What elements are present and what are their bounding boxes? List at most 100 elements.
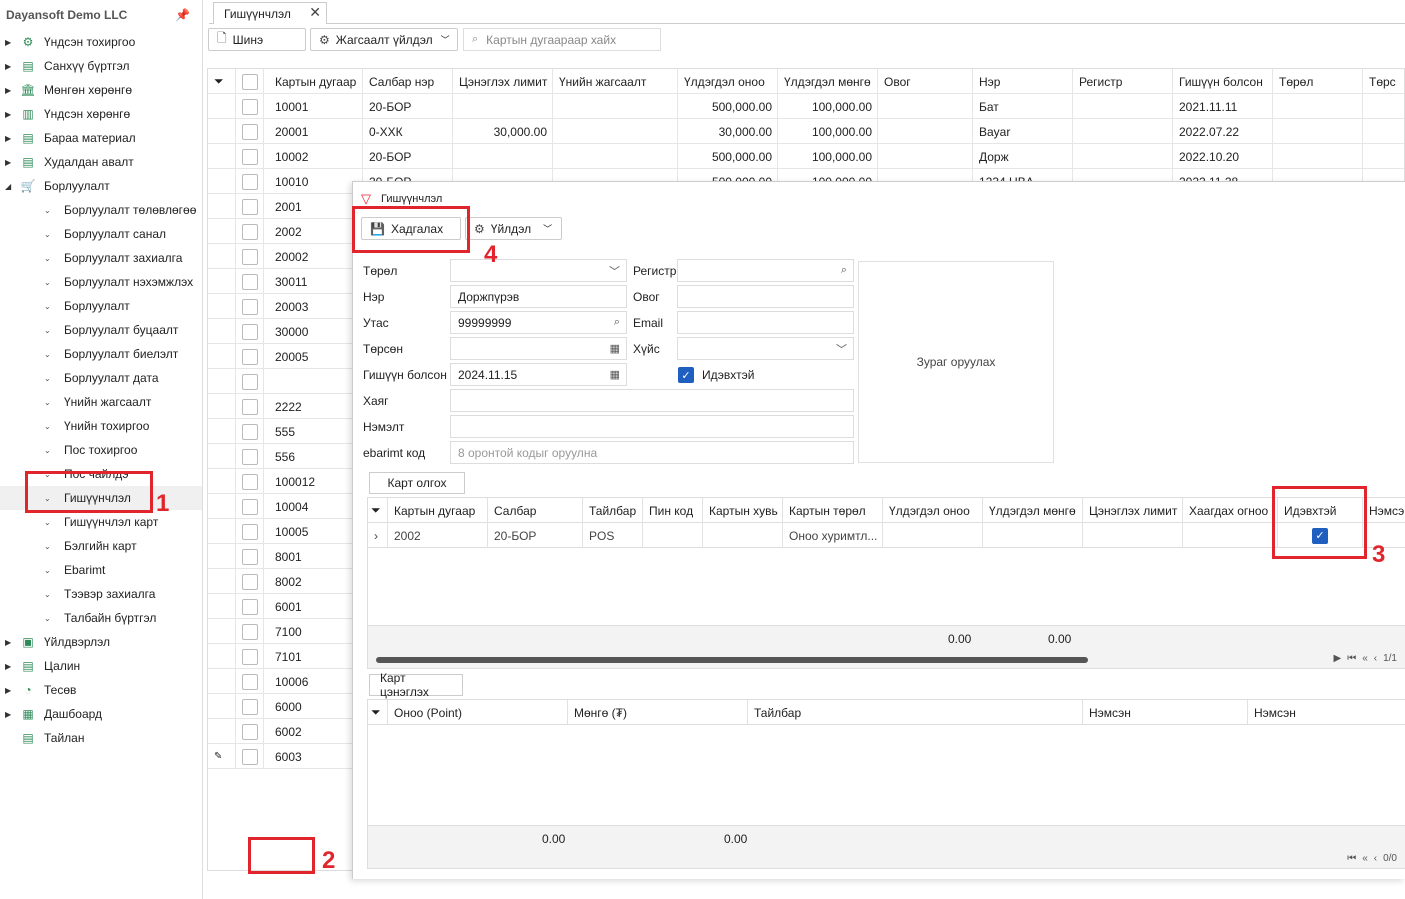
- row-checkbox[interactable]: [236, 369, 264, 394]
- gender-select[interactable]: ﹀: [677, 337, 854, 360]
- first-page-icon[interactable]: ⏮: [1347, 853, 1356, 864]
- birth-date-field[interactable]: ▦: [450, 337, 627, 360]
- column-header[interactable]: Идэвхтэй: [1278, 498, 1363, 523]
- column-header[interactable]: Үлдэгдэл мөнгө: [983, 498, 1083, 523]
- column-header[interactable]: Цэнэглэх лимит: [1083, 498, 1183, 523]
- expand-right-icon[interactable]: ▶: [5, 38, 13, 47]
- row-checkbox[interactable]: [236, 569, 264, 594]
- calendar-icon[interactable]: ▦: [610, 368, 620, 381]
- sidebar-subitem[interactable]: ⌄ Тээвэр захиалга: [0, 582, 202, 606]
- expand-right-icon[interactable]: ▶: [5, 110, 13, 119]
- row-checkbox[interactable]: [236, 444, 264, 469]
- ebarimt-field[interactable]: 8 оронтой кодыг оруулна: [450, 441, 854, 464]
- column-header[interactable]: Овог: [878, 69, 973, 94]
- column-header[interactable]: Нэмсэн: [1363, 498, 1405, 523]
- expand-right-icon[interactable]: ▶: [5, 686, 13, 695]
- select-all-checkbox[interactable]: [236, 69, 264, 94]
- row-checkbox[interactable]: [236, 169, 264, 194]
- column-header[interactable]: Салбар: [488, 498, 583, 523]
- table-row[interactable]: 10002 20-БОР 500,000.00 100,000.00 Дорж 2022.…: [208, 144, 1404, 169]
- sidebar-item[interactable]: ▶ ▤ Худалдан авалт: [0, 150, 202, 174]
- photo-upload[interactable]: Зураг оруулах: [858, 261, 1054, 463]
- next-page-icon[interactable]: ▶: [1333, 653, 1341, 664]
- column-header[interactable]: Тайлбар: [583, 498, 643, 523]
- filter-icon[interactable]: ⏷: [368, 700, 388, 725]
- row-checkbox[interactable]: [236, 644, 264, 669]
- row-checkbox[interactable]: [236, 244, 264, 269]
- column-header[interactable]: Мөнгө (₮): [568, 700, 748, 725]
- sidebar-subitem[interactable]: ⌄ Борлуулалт төлөвлөгөө: [0, 198, 202, 222]
- column-header[interactable]: Нэр: [973, 69, 1073, 94]
- column-header[interactable]: Регистр: [1073, 69, 1173, 94]
- active-checkbox[interactable]: ✓ Идэвхтэй: [678, 367, 754, 383]
- sidebar-subitem[interactable]: ⌄ Үнийн жагсаалт: [0, 390, 202, 414]
- column-header[interactable]: Нэмсэн: [1248, 700, 1405, 725]
- sidebar-item[interactable]: ▶ ▤ Санхүү бүртгэл: [0, 54, 202, 78]
- prev-page-icon[interactable]: ‹: [1374, 853, 1377, 864]
- column-header[interactable]: Салбар нэр: [363, 69, 453, 94]
- sidebar-subitem[interactable]: ⌄ Борлуулалт буцаалт: [0, 318, 202, 342]
- row-checkbox[interactable]: [236, 394, 264, 419]
- extra-field[interactable]: [450, 415, 854, 438]
- new-button[interactable]: 🗋 Шинэ: [208, 28, 306, 51]
- column-header[interactable]: Үлдэгдэл мөнгө: [778, 69, 878, 94]
- row-checkbox[interactable]: [236, 469, 264, 494]
- column-header[interactable]: Тайлбар: [748, 700, 1083, 725]
- list-actions-button[interactable]: ⚙ Жагсаалт үйлдэл ﹀: [310, 28, 458, 51]
- row-checkbox[interactable]: [236, 144, 264, 169]
- expand-right-icon[interactable]: ▶: [5, 134, 13, 143]
- sidebar-item[interactable]: ▶ ▥ Үндсэн хөрөнгө: [0, 102, 202, 126]
- register-field[interactable]: ⌕: [677, 259, 854, 282]
- sidebar-subitem[interactable]: ⌄ Борлуулалт: [0, 294, 202, 318]
- row-checkbox[interactable]: [236, 294, 264, 319]
- column-header[interactable]: Картын дугаар: [388, 498, 488, 523]
- expand-right-icon[interactable]: ▶: [5, 662, 13, 671]
- sidebar-subitem[interactable]: ⌄ Ebarimt: [0, 558, 202, 582]
- sidebar-subitem[interactable]: ⌄ Борлуулалт захиалга: [0, 246, 202, 270]
- row-checkbox[interactable]: [236, 519, 264, 544]
- email-field[interactable]: [677, 311, 854, 334]
- action-button[interactable]: ⚙ Үйлдэл ﹀: [465, 217, 562, 240]
- calendar-icon[interactable]: ▦: [610, 342, 620, 355]
- sidebar-subitem[interactable]: ⌄ Борлуулалт биелэлт: [0, 342, 202, 366]
- column-header[interactable]: Пин код: [643, 498, 703, 523]
- pin-icon[interactable]: 📌: [175, 8, 190, 22]
- table-row[interactable]: › 2002 20-БОР POS Оноо хуримтл... ✓: [368, 523, 1405, 548]
- joined-date-field[interactable]: 2024.11.15 ▦: [450, 363, 627, 386]
- tab-issue-card[interactable]: Карт олгох: [369, 472, 465, 494]
- sidebar-subitem[interactable]: ⌄ Талбайн бүртгэл: [0, 606, 202, 630]
- row-checkbox[interactable]: [236, 219, 264, 244]
- row-checkbox[interactable]: [236, 669, 264, 694]
- column-header[interactable]: Нэмсэн: [1083, 700, 1248, 725]
- horizontal-scrollbar[interactable]: [376, 657, 1088, 663]
- row-checkbox[interactable]: [236, 119, 264, 144]
- sidebar-subitem[interactable]: ⌄ Борлуулалт нэхэмжлэх: [0, 270, 202, 294]
- row-checkbox[interactable]: [236, 544, 264, 569]
- filter-icon[interactable]: ⏷: [208, 69, 236, 94]
- prev-fast-icon[interactable]: «: [1362, 653, 1368, 664]
- sidebar-item[interactable]: ▤ Тайлан: [0, 726, 202, 750]
- row-checkbox[interactable]: [236, 619, 264, 644]
- expand-right-icon[interactable]: ▶: [5, 638, 13, 647]
- sidebar-subitem[interactable]: ⌄ Пос тохиргоо: [0, 438, 202, 462]
- column-header[interactable]: Картын дугаар: [269, 69, 363, 94]
- phone-field[interactable]: 99999999 ⌕: [450, 311, 627, 334]
- sidebar-item[interactable]: ◢ 🛒 Борлуулалт: [0, 174, 202, 198]
- chevron-right-icon[interactable]: ›: [368, 523, 388, 548]
- prev-fast-icon[interactable]: «: [1362, 853, 1368, 864]
- row-checkbox[interactable]: [236, 744, 264, 769]
- sidebar-subitem[interactable]: ⌄ Пос чайлдэ: [0, 462, 202, 486]
- sidebar-item[interactable]: ▶ 🏛 Мөнгөн хөрөнгө: [0, 78, 202, 102]
- sidebar-item[interactable]: ▶ ▦ Дашбоард: [0, 702, 202, 726]
- surname-field[interactable]: [677, 285, 854, 308]
- search-icon[interactable]: ⌕: [841, 264, 847, 277]
- column-header[interactable]: Хаагдах огноо: [1183, 498, 1278, 523]
- row-checkbox[interactable]: [236, 594, 264, 619]
- address-field[interactable]: [450, 389, 854, 412]
- column-header[interactable]: Үлдэгдэл оноо: [883, 498, 983, 523]
- expand-right-icon[interactable]: ▶: [5, 86, 13, 95]
- table-row[interactable]: 20001 0-ХХК 30,000.00 30,000.00 100,000.00 Ba…: [208, 119, 1404, 144]
- row-checkbox[interactable]: [236, 344, 264, 369]
- column-header[interactable]: Үнийн жагсаалт: [553, 69, 678, 94]
- close-icon[interactable]: ✕: [309, 4, 321, 21]
